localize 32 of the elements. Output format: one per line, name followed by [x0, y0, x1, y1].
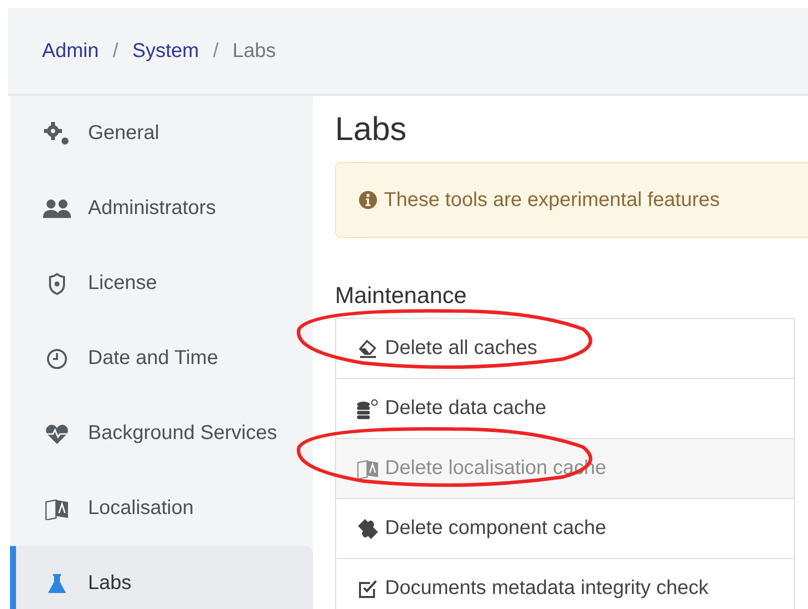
info-icon [358, 190, 378, 210]
sidebar-item[interactable]: Background Services [10, 396, 313, 471]
alert-text: These tools are experimental features [384, 188, 720, 212]
flask-icon [47, 572, 67, 594]
action-item[interactable]: Delete component cache [335, 498, 795, 559]
breadcrumb-current[interactable]: Labs [232, 40, 276, 62]
language-icon [357, 458, 379, 480]
checkbox-icon [358, 578, 378, 598]
breadcrumb-separator: / [212, 40, 219, 62]
breadcrumb-link[interactable]: Admin [42, 40, 99, 62]
sidebar-item[interactable]: License [10, 246, 313, 321]
action-item[interactable]: Documents metadata integrity check [335, 558, 795, 609]
puzzle-icon [357, 518, 379, 540]
language-icon [45, 498, 69, 520]
sidebar-item[interactable]: Labs [10, 546, 313, 609]
breadcrumb-separator: / [112, 40, 118, 62]
badge-icon [46, 272, 68, 294]
breadcrumb-link[interactable]: System [132, 40, 199, 62]
action-item[interactable]: Delete all caches [335, 318, 795, 379]
section-heading: Maintenance [335, 282, 468, 309]
sidebar-item[interactable]: Administrators [10, 171, 313, 246]
action-item[interactable]: Delete data cache [335, 378, 795, 439]
clock-icon [46, 348, 68, 370]
page-title: Labs [335, 110, 408, 148]
gears-icon [43, 120, 71, 146]
database-icon [357, 398, 379, 420]
sidebar-item[interactable]: General [10, 96, 313, 171]
users-icon [43, 198, 71, 220]
sidebar-item[interactable]: Date and Time [10, 321, 313, 396]
eraser-icon [358, 338, 378, 358]
sidebar-item[interactable]: Localisation [10, 471, 313, 546]
heartbeat-icon [45, 422, 69, 444]
